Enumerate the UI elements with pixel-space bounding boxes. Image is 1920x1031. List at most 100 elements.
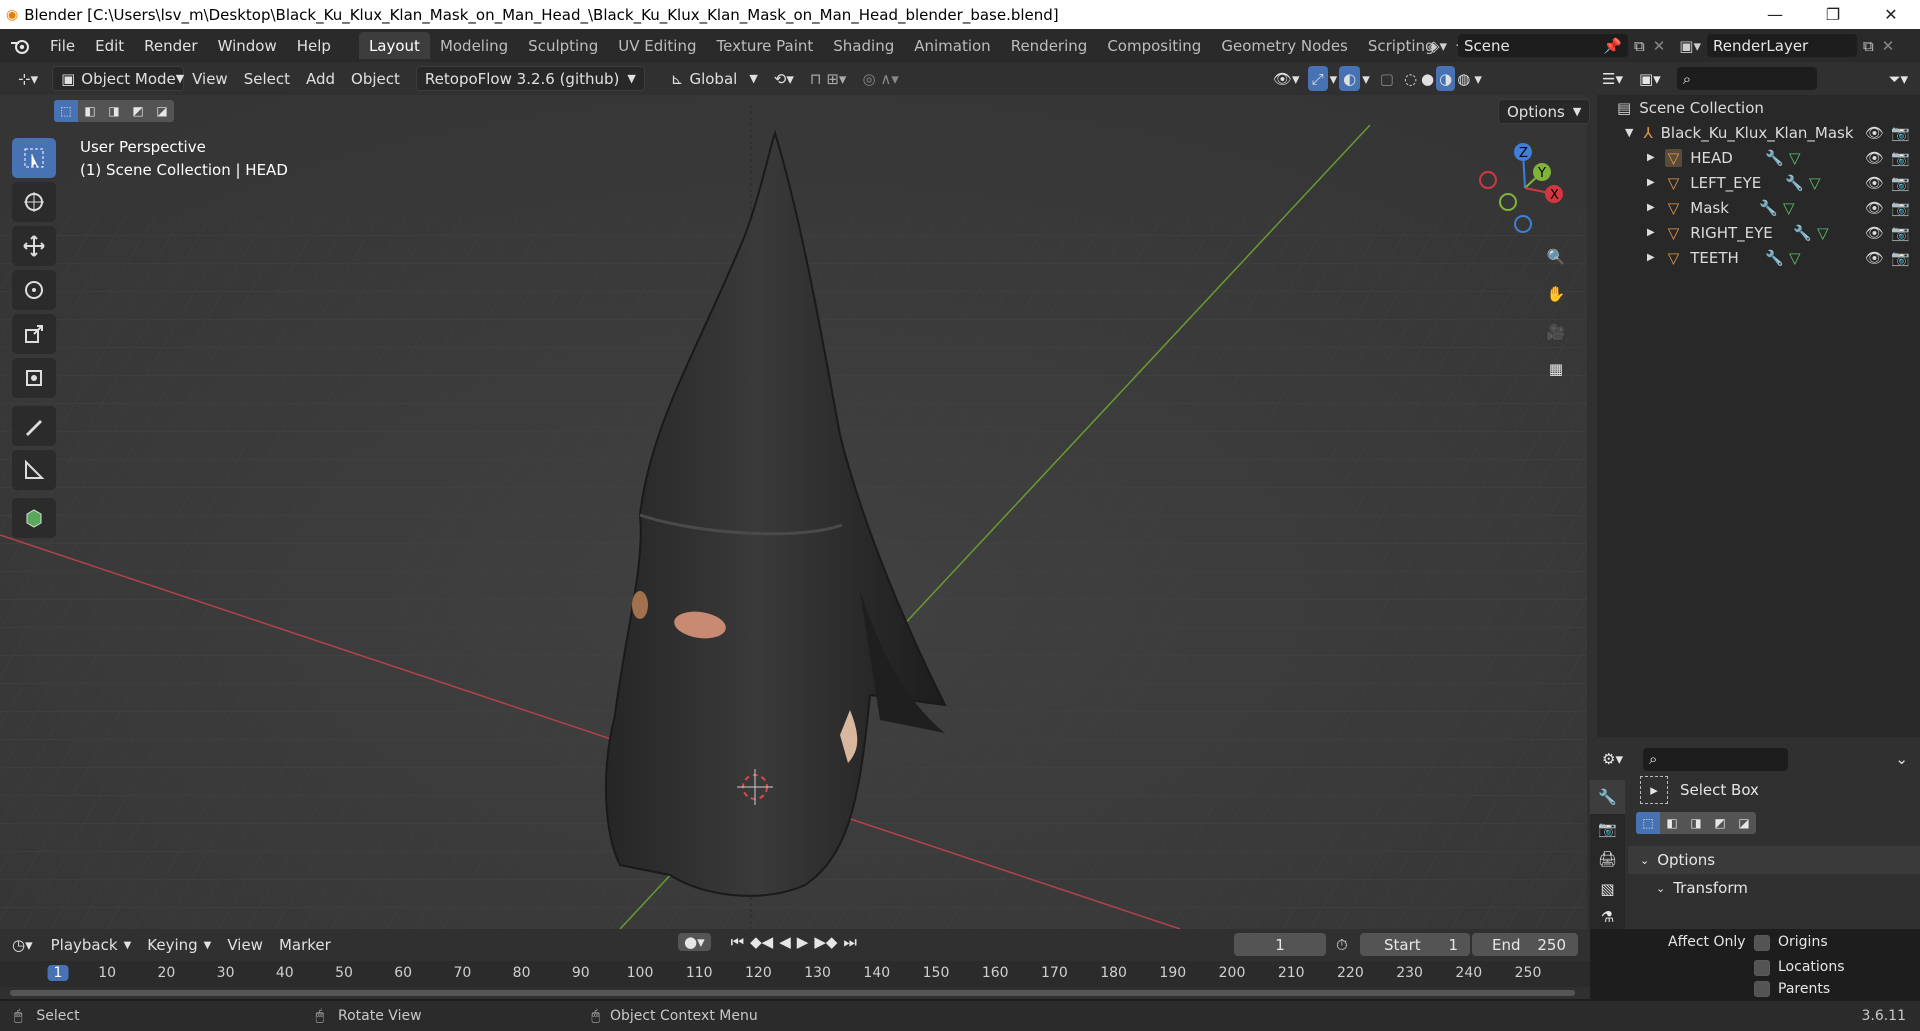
eye-icon[interactable]: 👁 [1865, 174, 1884, 192]
scene-tab-icon[interactable]: ⚗ [1590, 904, 1625, 929]
select-extend-icon[interactable]: ◧ [1660, 812, 1684, 834]
gizmo-toggle-icon[interactable]: ⤢ [1307, 66, 1328, 91]
view-layer-tab-icon[interactable]: ▧ [1590, 874, 1625, 904]
pan-hand-icon[interactable]: ✋ [1537, 277, 1575, 311]
tab-uv-editing[interactable]: UV Editing [608, 32, 706, 59]
playback-menu[interactable]: Playback ▼ [43, 933, 140, 958]
camera-icon[interactable]: 🎥 [1537, 315, 1575, 349]
scene-field[interactable]: Scene 📌 [1458, 34, 1628, 57]
outliner-item-head[interactable]: ▶ ▽ HEAD 🔧 ▽ 👁 📷 [1597, 145, 1920, 170]
restore-button[interactable]: ❐ [1804, 0, 1862, 29]
delete-scene-icon[interactable]: ✕ [1653, 37, 1666, 55]
3d-viewport[interactable] [0, 95, 1587, 929]
eye-icon[interactable]: 👁 [1865, 199, 1884, 217]
overlay-toggle-icon[interactable]: ◐ [1339, 66, 1361, 91]
visibility-icon[interactable]: 👁▾ [1265, 66, 1308, 91]
cursor-tool[interactable] [12, 182, 56, 222]
add-cube-tool[interactable] [12, 498, 56, 538]
render-icon[interactable]: 📷 [1891, 124, 1910, 142]
minimize-button[interactable]: — [1746, 0, 1804, 29]
mesh-data-icon[interactable]: ▽ [1789, 249, 1801, 267]
viewport-menu-object[interactable]: Object [343, 66, 408, 91]
eye-icon[interactable]: 👁 [1865, 249, 1884, 267]
overlay-dropdown-icon[interactable]: ▾ [1360, 66, 1372, 91]
wrench-icon[interactable]: 🔧 [1759, 199, 1778, 217]
blender-menu-icon[interactable] [0, 38, 40, 54]
chevron-down-icon[interactable]: ⌄ [1895, 750, 1908, 768]
tab-compositing[interactable]: Compositing [1097, 32, 1211, 59]
annotate-tool[interactable] [12, 406, 56, 446]
rendered-shading-icon[interactable]: ◍ [1455, 66, 1472, 91]
start-frame-field[interactable]: Start 1 [1360, 933, 1470, 956]
options-dropdown[interactable]: Options ▼ [1498, 99, 1591, 124]
move-tool[interactable] [12, 226, 56, 266]
solid-shading-icon[interactable]: ● [1419, 66, 1436, 91]
render-icon[interactable]: 📷 [1891, 249, 1910, 267]
tab-rendering[interactable]: Rendering [1001, 32, 1098, 59]
menu-file[interactable]: File [40, 29, 85, 62]
tab-layout[interactable]: Layout [358, 32, 430, 59]
eye-icon[interactable]: 👁 [1865, 124, 1884, 142]
viewport-menu-select[interactable]: Select [236, 66, 298, 91]
expand-arrow-icon[interactable]: ▶ [1647, 227, 1655, 238]
rotate-tool[interactable] [12, 270, 56, 310]
tab-geometry-nodes[interactable]: Geometry Nodes [1211, 32, 1358, 59]
collection-row[interactable]: ▼ ⅄ Black_Ku_Klux_Klan_Mask 👁 📷 [1597, 120, 1920, 145]
outliner-editor-icon[interactable]: ☰▾ [1602, 70, 1623, 88]
menu-help[interactable]: Help [287, 29, 341, 62]
render-icon[interactable]: 📷 [1891, 149, 1910, 167]
render-icon[interactable]: 📷 [1891, 199, 1910, 217]
wrench-icon[interactable]: 🔧 [1793, 224, 1812, 242]
menu-render[interactable]: Render [134, 29, 207, 62]
transform-panel-header[interactable]: ⌄ Transform [1628, 874, 1920, 902]
expand-arrow-icon[interactable]: ▶ [1647, 152, 1655, 163]
measure-tool[interactable] [12, 450, 56, 490]
snap-icon[interactable]: ⊓ ⊞▾ [802, 66, 855, 91]
tab-shading[interactable]: Shading [823, 32, 904, 59]
mesh-data-icon[interactable]: ▽ [1809, 174, 1821, 192]
select-new-icon[interactable]: ⬚ [1636, 812, 1660, 834]
select-intersect-icon[interactable]: ◪ [1732, 812, 1756, 834]
tab-modeling[interactable]: Modeling [430, 32, 518, 59]
navigation-gizmo[interactable]: Z Y X [1470, 138, 1580, 248]
end-frame-field[interactable]: End 250 [1472, 933, 1578, 956]
properties-search-input[interactable]: ⌕ [1642, 747, 1788, 771]
outliner-item-teeth[interactable]: ▶ ▽ TEETH 🔧 ▽ 👁 📷 [1597, 245, 1920, 270]
prev-keyframe-icon[interactable]: ◆◀ [750, 933, 773, 951]
gizmo-dropdown-icon[interactable]: ▾ [1328, 66, 1340, 91]
transform-tool[interactable] [12, 358, 56, 398]
timeline-view-menu[interactable]: View [219, 933, 271, 958]
proportional-edit-icon[interactable]: ◎ ∧▾ [854, 66, 906, 91]
render-tab-icon[interactable]: 📷 [1590, 814, 1625, 844]
eye-icon[interactable]: 👁 [1865, 149, 1884, 167]
select-subtract-icon[interactable]: ◨ [1684, 812, 1708, 834]
mesh-data-icon[interactable]: ▽ [1783, 199, 1795, 217]
zoom-icon[interactable]: 🔍 [1537, 240, 1575, 274]
render-layer-icon[interactable]: ▣▾ [1679, 37, 1701, 55]
eye-icon[interactable]: 👁 [1865, 224, 1884, 242]
delete-layer-icon[interactable]: ✕ [1882, 37, 1895, 55]
retopoflow-menu[interactable]: RetopoFlow 3.2.6 (github) ▼ [415, 66, 645, 91]
next-keyframe-icon[interactable]: ▶◆ [814, 933, 837, 951]
select-new-icon[interactable]: ⬚ [54, 100, 78, 122]
render-layer-field[interactable]: RenderLayer [1707, 34, 1857, 57]
scene-selector-icon[interactable]: ◈▾ [1428, 37, 1458, 55]
mesh-data-icon[interactable]: ▽ [1789, 149, 1801, 167]
xray-icon[interactable]: ▢ [1372, 66, 1402, 91]
scale-tool[interactable] [12, 314, 56, 354]
play-icon[interactable]: ▶ [797, 933, 809, 951]
wireframe-shading-icon[interactable]: ◌ [1402, 66, 1419, 91]
timeline-scrollbar[interactable] [10, 990, 1575, 996]
wrench-icon[interactable]: 🔧 [1765, 249, 1784, 267]
viewport-menu-add[interactable]: Add [298, 66, 343, 91]
record-icon[interactable]: ●▾ [678, 933, 711, 951]
filter-icon[interactable]: ⏷▾ [1888, 70, 1908, 88]
origins-checkbox[interactable] [1754, 934, 1770, 951]
options-panel-header[interactable]: ⌄ Options [1628, 846, 1920, 874]
select-invert-icon[interactable]: ◩ [126, 100, 150, 122]
tab-texture-paint[interactable]: Texture Paint [706, 32, 823, 59]
expand-arrow-icon[interactable]: ▼ [1625, 126, 1633, 139]
properties-editor-icon[interactable]: ⚙▾ [1602, 750, 1623, 768]
select-subtract-icon[interactable]: ◨ [102, 100, 126, 122]
play-reverse-icon[interactable]: ◀ [779, 933, 791, 951]
